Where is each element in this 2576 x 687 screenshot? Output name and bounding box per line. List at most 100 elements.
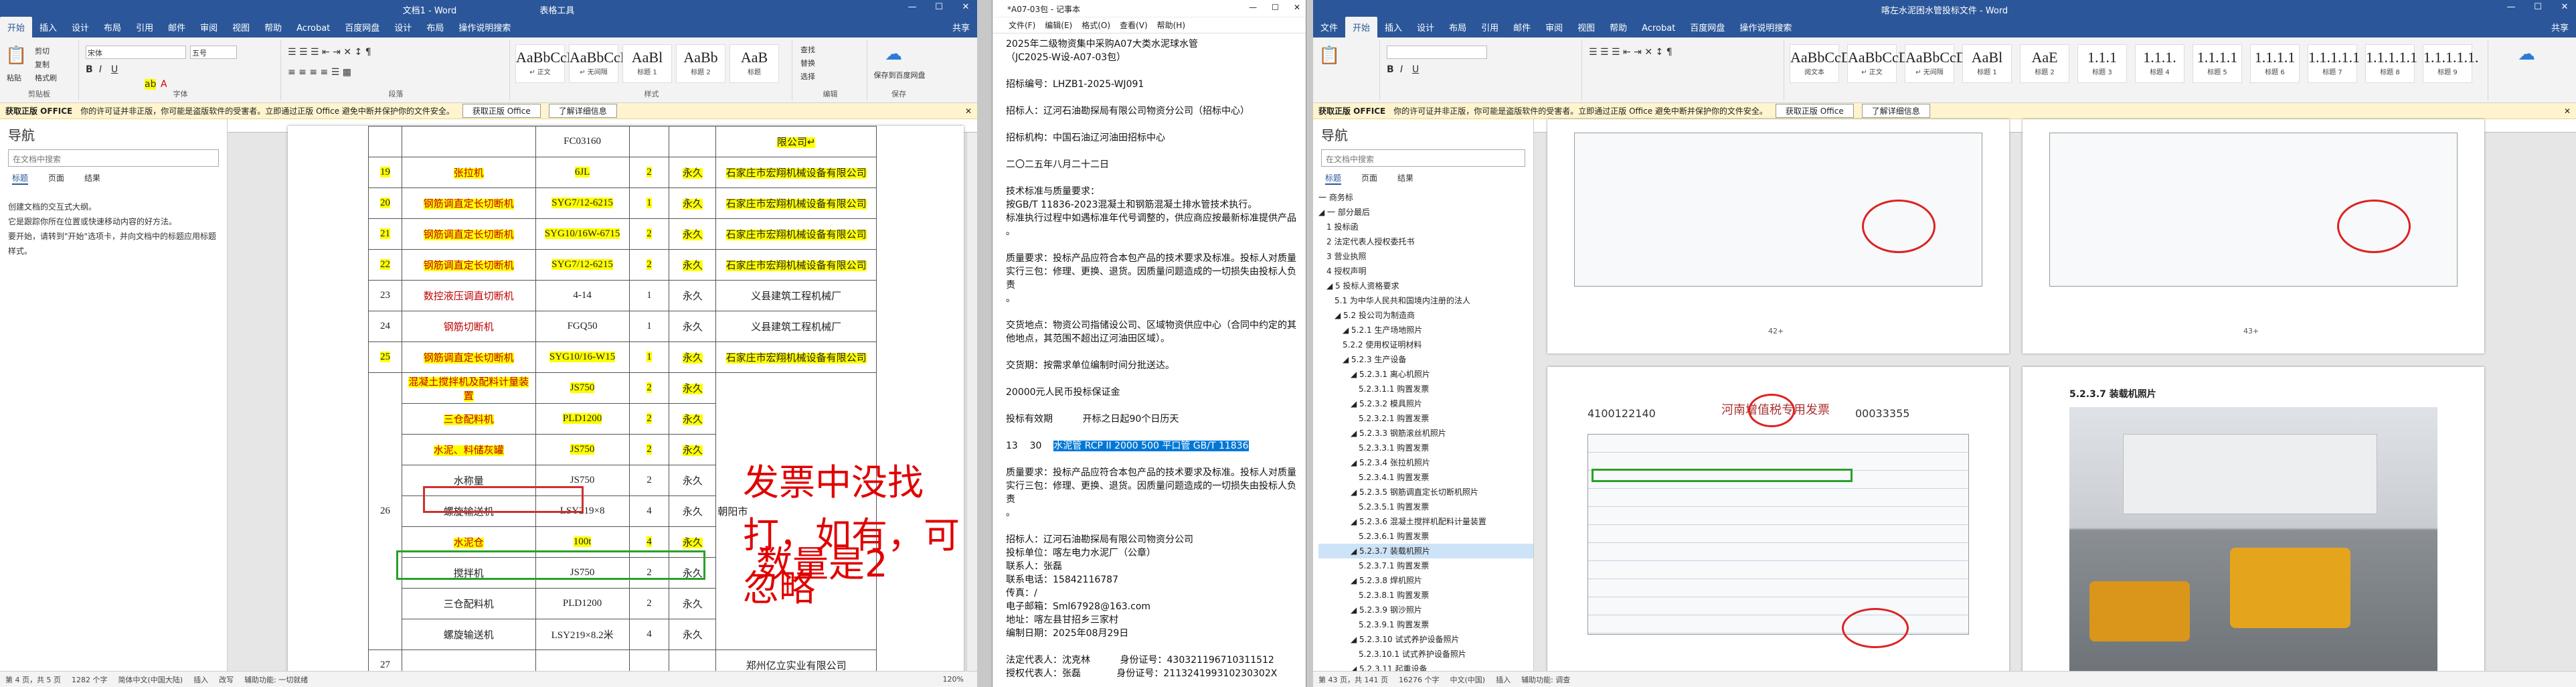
paste-icon[interactable]: 📋	[5, 46, 27, 66]
ribbon-tab[interactable]: 引用	[1474, 17, 1506, 37]
cut-button[interactable]: 剪切	[35, 46, 50, 56]
notepad-menu-item[interactable]: 帮助(H)	[1157, 19, 1185, 31]
ribbon-tab[interactable]: 引用	[128, 17, 161, 37]
maximize-icon[interactable]: ☐	[2530, 2, 2545, 12]
align-icons[interactable]: ≡ ≡ ≡ ≡ ☰ ▦	[288, 67, 351, 78]
ribbon-tab[interactable]: 帮助	[1602, 17, 1634, 37]
nav-heading-item[interactable]: 5.2.3.5.1 购置发票	[1318, 500, 1533, 514]
nav-heading-item[interactable]: 5.1 为中华人民共和国境内注册的法人	[1318, 293, 1533, 308]
italic-icon[interactable]: I	[99, 64, 102, 75]
maximize-icon[interactable]: ☐	[1272, 3, 1279, 12]
style-gallery-item[interactable]: AaBbCcDd 阅文本	[1790, 44, 1859, 83]
nav-heading-item[interactable]: ◢ 一 部分最后	[1318, 205, 1533, 220]
ribbon-tab[interactable]: 开始	[1345, 17, 1378, 37]
style-gallery-item[interactable]: AaBl 标题 1	[1962, 44, 2012, 83]
style-gallery-item[interactable]: 1.1.1.1.1 标题 8	[2365, 44, 2417, 83]
nav-heading-item[interactable]: ◢ 5.2.3 生产设备	[1318, 352, 1533, 367]
ribbon-tab[interactable]: 布局	[419, 17, 451, 37]
nav-heading-item[interactable]: ◢ 5.2.3.1 离心机照片	[1318, 367, 1533, 382]
close-icon[interactable]: ✕	[2557, 2, 2572, 12]
ribbon-tab[interactable]: 文件	[1313, 17, 1345, 37]
italic-icon[interactable]: I	[1400, 64, 1403, 75]
nav-heading-item[interactable]: ◢ 5.2.3.4 张拉机照片	[1318, 455, 1533, 470]
minimize-icon[interactable]: —	[905, 2, 920, 12]
nav-heading-item[interactable]: ◢ 5.2 投公司为制造商	[1318, 308, 1533, 323]
bullets-icon[interactable]: ☰ ☰ ☰ ⇤ ⇥ ✕ ↕ ¶	[288, 47, 371, 58]
maximize-icon[interactable]: ☐	[932, 2, 946, 12]
close-icon[interactable]: ✕	[958, 2, 973, 12]
nav-heading-item[interactable]: ◢ 5.2.3.10 试式养护设备照片	[1318, 632, 1533, 647]
paste-icon[interactable]: 📋	[1318, 46, 1340, 66]
format-painter-button[interactable]: 格式刷	[35, 72, 57, 83]
nav-heading-item[interactable]: ◢ 5.2.3.6 混凝土搅拌机配料计量装置	[1318, 514, 1533, 529]
style-gallery-item[interactable]: 1.1.1.1 标题 6	[2250, 44, 2300, 83]
save-to-cloud-button[interactable]: 保存到百度网盘	[873, 70, 926, 80]
find-button[interactable]: 查找	[800, 44, 815, 55]
status-zoom[interactable]: 120%	[943, 675, 964, 684]
share-button[interactable]: 共享	[945, 17, 977, 37]
nav-tab[interactable]: 标题	[12, 172, 29, 185]
notepad-menu-item[interactable]: 编辑(E)	[1045, 19, 1072, 31]
vertical-scrollbar[interactable]	[966, 133, 977, 671]
nav-tab[interactable]: 页面	[48, 172, 64, 185]
nav-heading-item[interactable]: ◢ 5.2.3.7 装载机照片	[1318, 544, 1533, 558]
nav-heading-item[interactable]: 4 授权声明	[1318, 264, 1533, 279]
notepad-text[interactable]: 2025年二级物资集中采购A07大类水泥球水管 （JC2025-W设-A07-03…	[1006, 37, 1299, 680]
ribbon-tab[interactable]: 布局	[1442, 17, 1474, 37]
underline-icon[interactable]: U	[1412, 64, 1419, 75]
nav-tab[interactable]: 标题	[1325, 172, 1342, 185]
ribbon-tab[interactable]: 帮助	[257, 17, 289, 37]
nav-search-input[interactable]: 在文档中搜索	[8, 149, 219, 167]
nav-tab[interactable]: 结果	[84, 172, 100, 185]
ribbon-tab[interactable]: 设计	[64, 17, 96, 37]
cloud-save-icon[interactable]: ☁	[885, 44, 902, 64]
infobar-close-icon[interactable]: ✕	[2564, 106, 2571, 116]
ribbon-tab[interactable]: 操作说明搜索	[451, 17, 518, 37]
ribbon-tab[interactable]: 布局	[96, 17, 128, 37]
nav-heading-item[interactable]: ◢ 5 投标人资格要求	[1318, 279, 1533, 293]
font-name-select[interactable]	[1387, 46, 1487, 59]
ribbon-tab[interactable]: Acrobat	[289, 19, 337, 37]
style-gallery-item[interactable]: AaBbCcDd ↵ 正文	[515, 44, 585, 83]
nav-heading-item[interactable]: 2 法定代表人授权委托书	[1318, 234, 1533, 249]
style-gallery-item[interactable]: AaBl 标题 1	[622, 44, 672, 83]
style-gallery-item[interactable]: AaE 标题 2	[2020, 44, 2069, 83]
nav-heading-item[interactable]: 5.2.3.6.1 购置发票	[1318, 529, 1533, 544]
infobar-close-icon[interactable]: ✕	[965, 106, 972, 116]
nav-heading-item[interactable]: 1 投标函	[1318, 220, 1533, 234]
font-size-select[interactable]: 五号	[190, 46, 237, 59]
nav-heading-item[interactable]: 5.2.3.4.1 购置发票	[1318, 470, 1533, 485]
nav-heading-item[interactable]: 一 商务标	[1318, 190, 1533, 205]
nav-heading-item[interactable]: 5.2.3.2.1 购置发票	[1318, 411, 1533, 426]
style-gallery-item[interactable]: 1.1.1.1.1. 标题 9	[2423, 44, 2479, 83]
replace-button[interactable]: 替换	[800, 58, 815, 68]
cloud-save-icon[interactable]: ☁	[2518, 44, 2535, 64]
close-icon[interactable]: ✕	[1294, 3, 1300, 12]
ribbon-tab[interactable]: 邮件	[1506, 17, 1538, 37]
style-gallery-item[interactable]: AaBb 标题 2	[676, 44, 725, 83]
status-accessibility[interactable]: 辅助功能: 调查	[1521, 674, 1570, 685]
select-button[interactable]: 选择	[800, 71, 815, 82]
style-gallery-item[interactable]: 1.1.1. 标题 4	[2135, 44, 2184, 83]
ribbon-tab[interactable]: 开始	[0, 17, 33, 37]
ribbon-tab[interactable]: 插入	[32, 17, 64, 37]
style-gallery-item[interactable]: AaBbCcDd ↵ 无间隔	[569, 44, 638, 83]
underline-icon[interactable]: U	[111, 64, 118, 75]
ribbon-tab[interactable]: 百度网盘	[1683, 17, 1732, 37]
notepad-menu-item[interactable]: 查看(V)	[1120, 19, 1148, 31]
get-office-button[interactable]: 获取正版 Office	[1775, 104, 1854, 118]
nav-tab[interactable]: 结果	[1397, 172, 1413, 185]
learn-more-button[interactable]: 了解详细信息	[548, 104, 617, 118]
font-name-select[interactable]: 宋体	[86, 46, 186, 59]
nav-heading-item[interactable]: 5.2.2 使用权证明材料	[1318, 337, 1533, 352]
nav-heading-item[interactable]: 5.2.3.10.1 试式养护设备照片	[1318, 647, 1533, 662]
style-gallery-item[interactable]: 1.1.1.1.1 标题 7	[2308, 44, 2360, 83]
ribbon-tab[interactable]: 审阅	[193, 17, 225, 37]
nav-heading-item[interactable]: 5.2.3.7.1 购置发票	[1318, 558, 1533, 573]
notepad-menu-item[interactable]: 文件(F)	[1009, 19, 1035, 31]
paste-button[interactable]: 粘贴	[7, 72, 21, 83]
style-gallery-item[interactable]: AaBbCcDd ↵ 无间隔	[1905, 44, 1974, 83]
style-gallery-item[interactable]: AaB 标题	[729, 44, 779, 83]
nav-heading-item[interactable]: ◢ 5.2.3.9 钢沙照片	[1318, 603, 1533, 617]
nav-heading-item[interactable]: 5.2.3.9.1 购置发票	[1318, 617, 1533, 632]
